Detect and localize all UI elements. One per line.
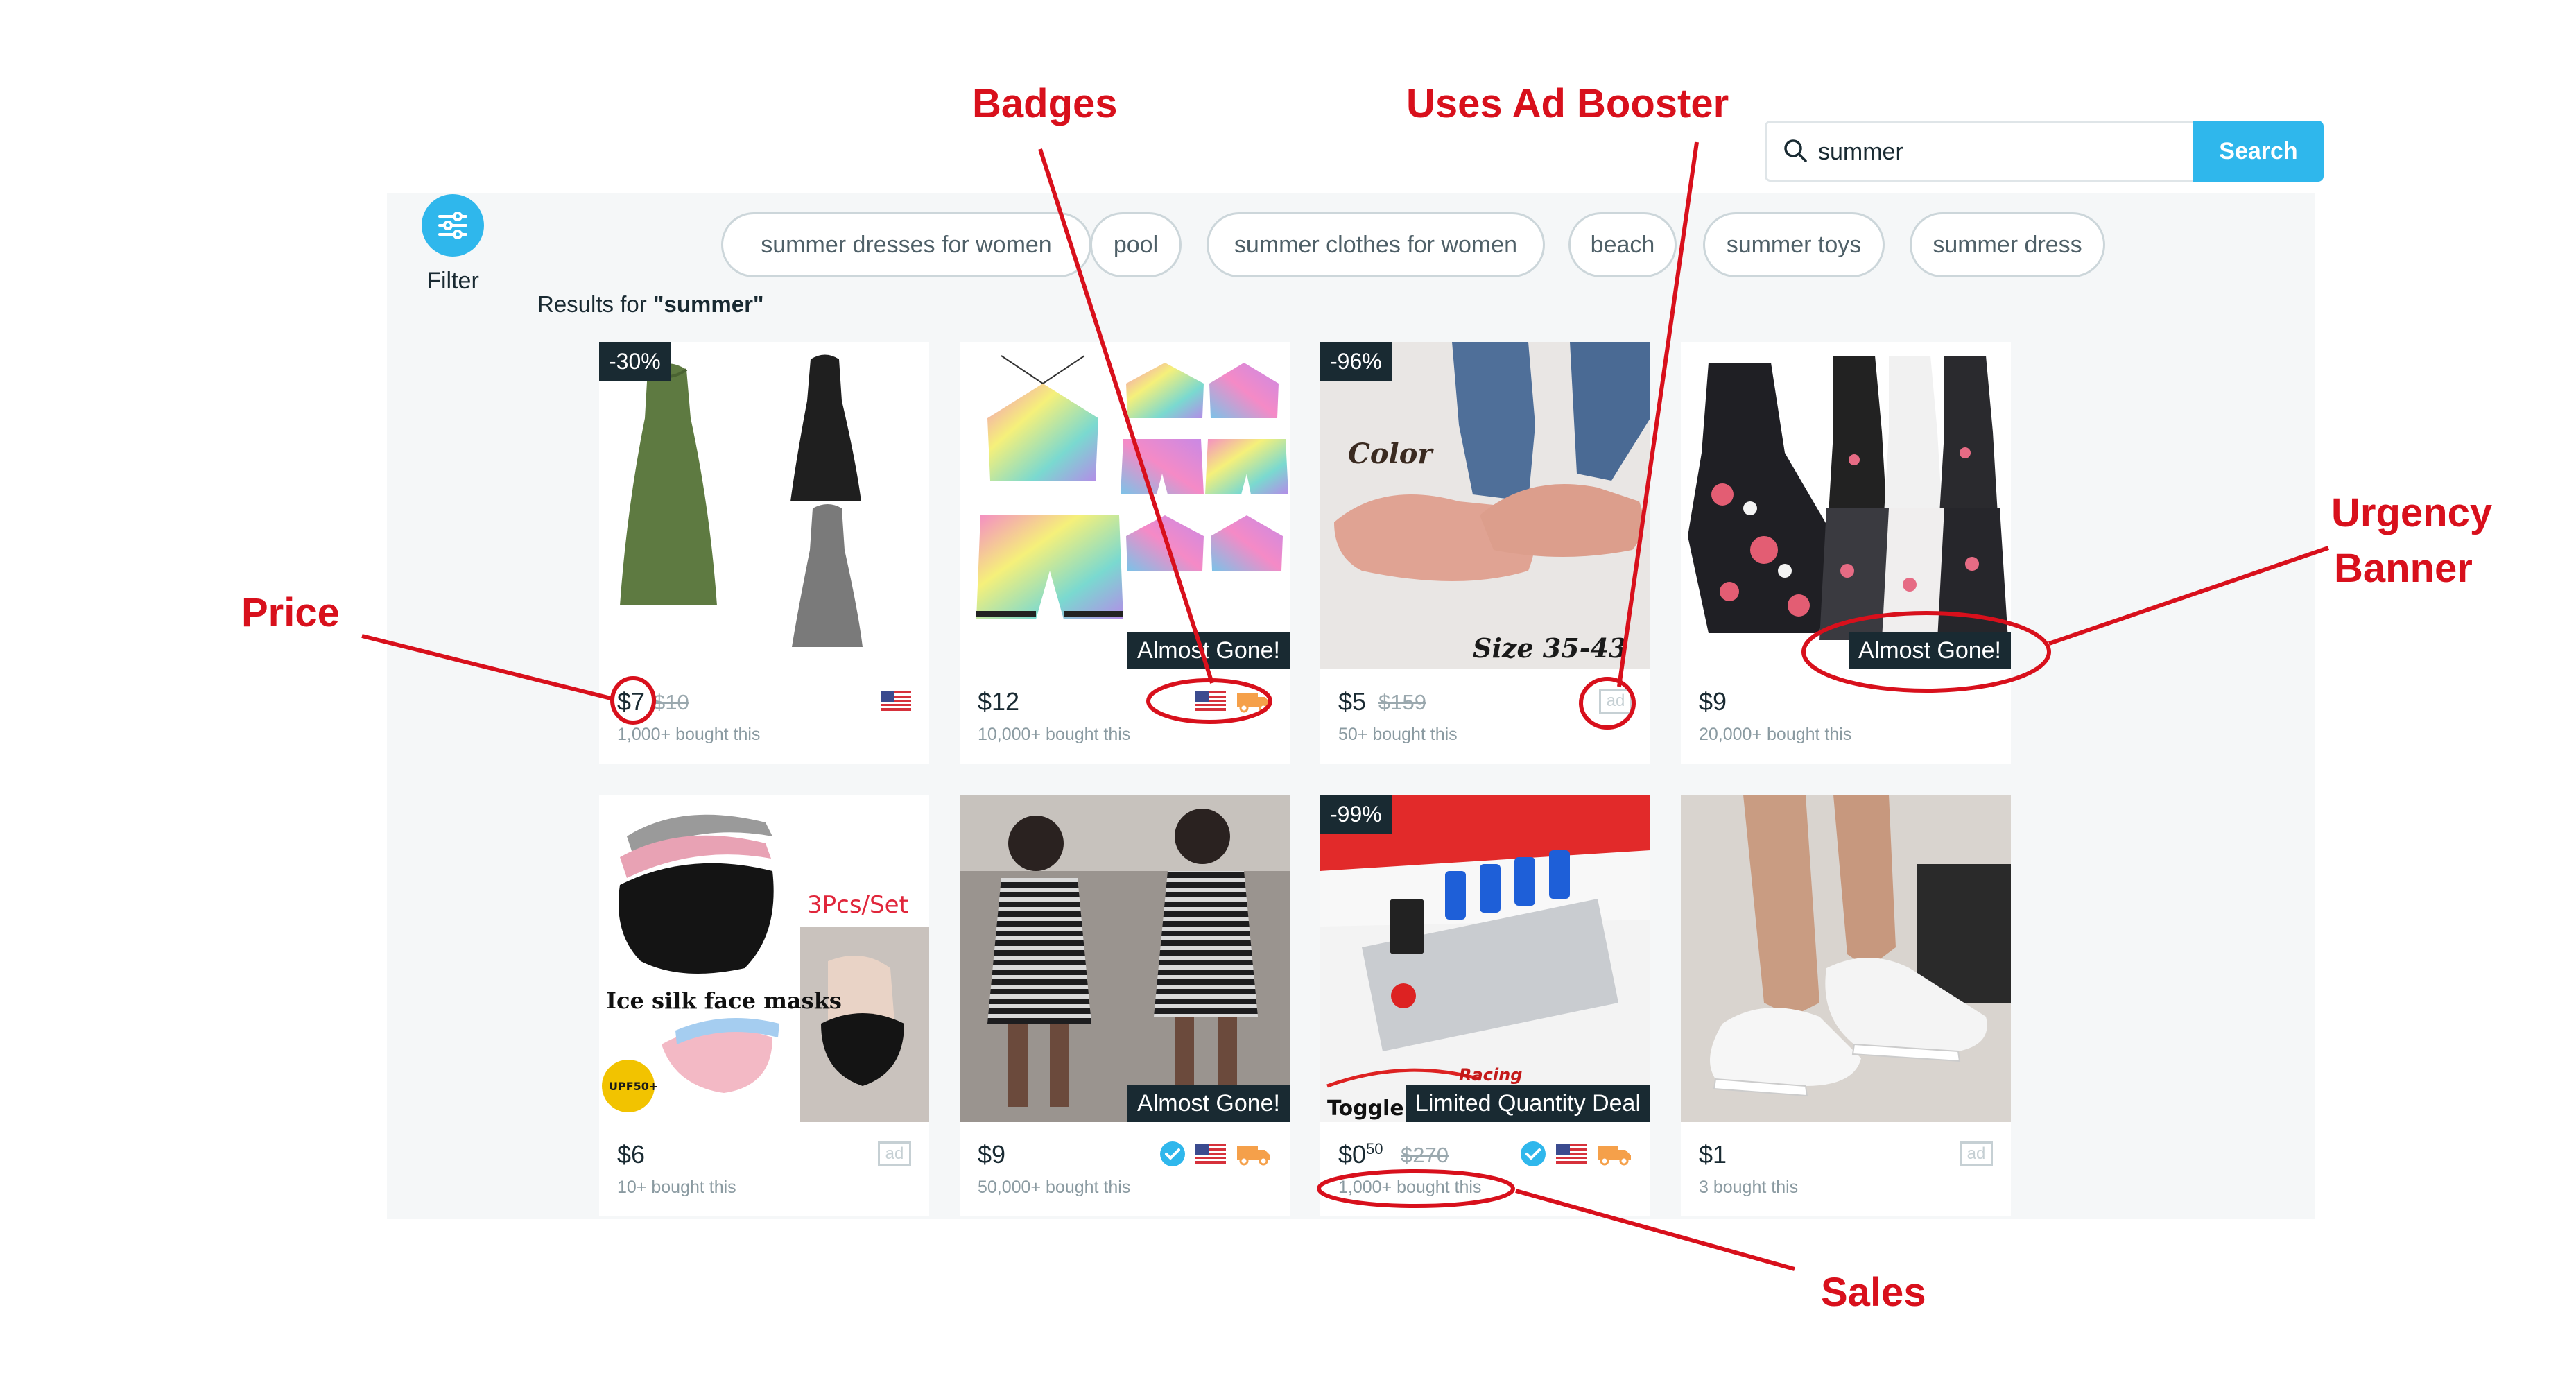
annotation-badges: Badges [972, 81, 1118, 126]
badges-highlight [1146, 678, 1272, 724]
annotation-price: Price [241, 590, 340, 635]
annotation-banner: Banner [2334, 546, 2473, 591]
sales-highlight [1317, 1169, 1515, 1208]
annotation-overlay [361, 141, 2329, 1271]
annotation-ad-booster: Uses Ad Booster [1406, 81, 1729, 126]
price-highlight [610, 676, 656, 725]
ad-booster-highlight [1579, 677, 1636, 730]
urgency-banner-highlight [1801, 611, 2051, 693]
annotation-urgency: Urgency [2331, 490, 2493, 535]
annotation-sales: Sales [1821, 1270, 1926, 1315]
